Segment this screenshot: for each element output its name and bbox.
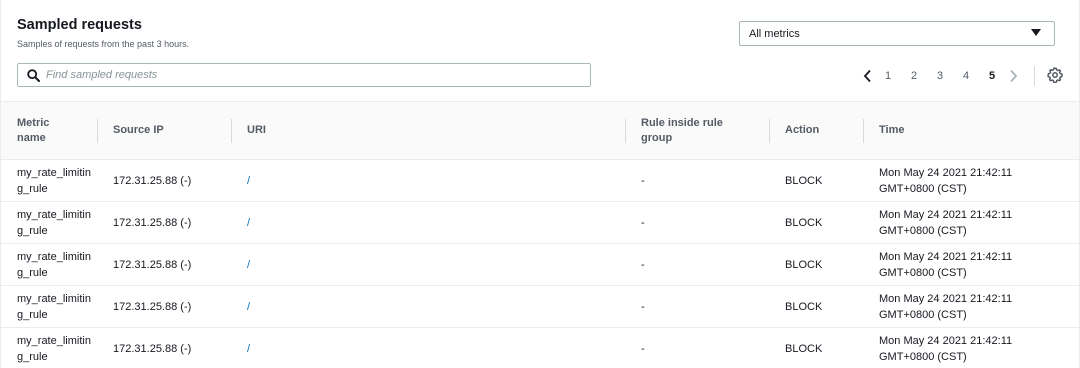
page-subtitle: Samples of requests from the past 3 hour… — [17, 39, 190, 49]
page-2[interactable]: 2 — [901, 70, 927, 82]
uri-link[interactable]: / — [247, 175, 250, 187]
search-icon — [27, 69, 40, 82]
cell-action: BLOCK — [785, 300, 823, 313]
cell-time: Mon May 24 2021 21:42:11 GMT+0800 (CST) — [879, 166, 1013, 195]
cell-time: Mon May 24 2021 21:42:11 GMT+0800 (CST) — [879, 334, 1013, 363]
column-header-source-ip[interactable]: Source IP — [97, 101, 231, 160]
uri-link[interactable]: / — [247, 343, 250, 355]
chevron-left-icon[interactable] — [859, 67, 875, 85]
cell-source-ip: 172.31.25.88 (-) — [113, 216, 192, 229]
column-header-rule-group[interactable]: Rule inside rule group — [625, 101, 769, 160]
page-1[interactable]: 1 — [875, 70, 901, 82]
cell-rule-group: - — [641, 342, 645, 355]
column-header-metric[interactable]: Metric name — [1, 101, 97, 160]
cell-source-ip: 172.31.25.88 (-) — [113, 300, 192, 313]
cell-metric: my_rate_limiting_rule — [17, 292, 91, 321]
cell-time: Mon May 24 2021 21:42:11 GMT+0800 (CST) — [879, 208, 1013, 237]
divider — [1034, 66, 1035, 86]
cell-time: Mon May 24 2021 21:42:11 GMT+0800 (CST) — [879, 292, 1013, 321]
cell-metric: my_rate_limiting_rule — [17, 166, 91, 195]
cell-rule-group: - — [641, 258, 645, 271]
uri-link[interactable]: / — [247, 301, 250, 313]
pagination: 1 2 3 4 5 — [859, 66, 1021, 86]
column-header-time[interactable]: Time — [863, 101, 1079, 160]
cell-action: BLOCK — [785, 174, 823, 187]
cell-action: BLOCK — [785, 216, 823, 229]
cell-rule-group: - — [641, 300, 645, 313]
table-row: my_rate_limiting_rule 172.31.25.88 (-) /… — [1, 244, 1079, 286]
table-row: my_rate_limiting_rule 172.31.25.88 (-) /… — [1, 328, 1079, 368]
metrics-select[interactable]: All metrics — [739, 21, 1055, 46]
gear-icon[interactable] — [1047, 67, 1063, 86]
table-row: my_rate_limiting_rule 172.31.25.88 (-) /… — [1, 202, 1079, 244]
cell-metric: my_rate_limiting_rule — [17, 208, 91, 237]
sampled-requests-table: Metric name Source IP URI Rule inside ru… — [1, 101, 1079, 368]
chevron-right-icon[interactable] — [1005, 67, 1021, 85]
caret-down-icon — [1031, 29, 1041, 36]
uri-link[interactable]: / — [247, 217, 250, 229]
page-3[interactable]: 3 — [927, 70, 953, 82]
column-header-action[interactable]: Action — [769, 101, 863, 160]
panel-header: Sampled requests Samples of requests fro… — [1, 0, 1079, 100]
cell-source-ip: 172.31.25.88 (-) — [113, 342, 192, 355]
search-input[interactable] — [46, 69, 590, 81]
cell-source-ip: 172.31.25.88 (-) — [113, 258, 192, 271]
search-field[interactable] — [17, 63, 591, 87]
metrics-select-value: All metrics — [749, 27, 800, 40]
page-4[interactable]: 4 — [953, 70, 979, 82]
cell-metric: my_rate_limiting_rule — [17, 250, 91, 279]
cell-action: BLOCK — [785, 342, 823, 355]
uri-link[interactable]: / — [247, 259, 250, 271]
cell-time: Mon May 24 2021 21:42:11 GMT+0800 (CST) — [879, 250, 1013, 279]
page-title: Sampled requests — [17, 17, 142, 33]
cell-rule-group: - — [641, 216, 645, 229]
table-header-row: Metric name Source IP URI Rule inside ru… — [1, 101, 1079, 160]
cell-rule-group: - — [641, 174, 645, 187]
column-header-uri[interactable]: URI — [231, 101, 625, 160]
table-row: my_rate_limiting_rule 172.31.25.88 (-) /… — [1, 160, 1079, 202]
cell-source-ip: 172.31.25.88 (-) — [113, 174, 192, 187]
page-5[interactable]: 5 — [979, 70, 1005, 82]
cell-action: BLOCK — [785, 258, 823, 271]
cell-metric: my_rate_limiting_rule — [17, 334, 91, 363]
table-row: my_rate_limiting_rule 172.31.25.88 (-) /… — [1, 286, 1079, 328]
sampled-requests-panel: Sampled requests Samples of requests fro… — [0, 0, 1080, 368]
